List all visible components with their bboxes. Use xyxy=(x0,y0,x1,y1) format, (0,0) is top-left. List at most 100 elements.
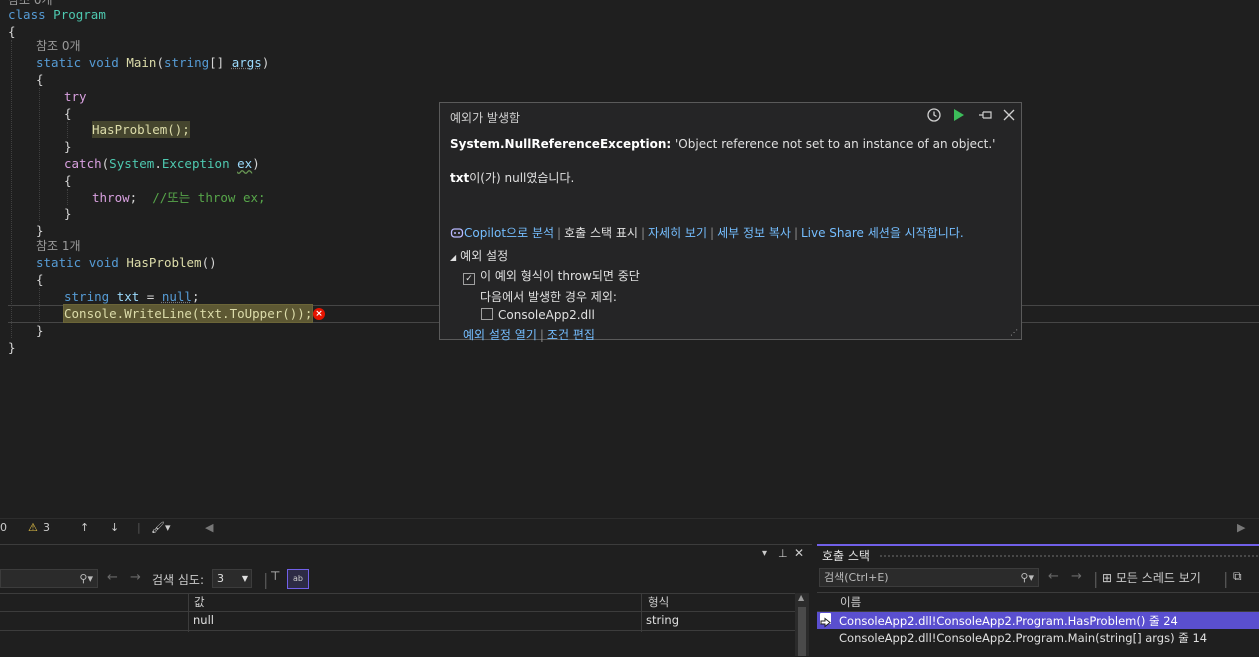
error-icon[interactable]: × xyxy=(313,308,325,320)
code-editor[interactable]: 참조 0개 class Program { 참조 0개 static void … xyxy=(0,0,1259,518)
row-type: string xyxy=(646,613,680,627)
vertical-scrollbar[interactable]: ▲ xyxy=(795,593,809,656)
keyword-try: try xyxy=(64,89,87,104)
column-divider[interactable] xyxy=(188,593,189,632)
scroll-up-icon[interactable]: ▲ xyxy=(798,593,804,602)
status-separator: | xyxy=(137,521,141,534)
search-icon[interactable]: ⚲▾ xyxy=(1020,569,1034,586)
empty-parens: () xyxy=(201,255,217,270)
error-count[interactable]: 0 xyxy=(0,521,7,534)
indent-guide xyxy=(39,88,40,221)
view-details-link[interactable]: 자세히 보기 xyxy=(648,226,707,240)
arrow-up-icon[interactable]: ↑ xyxy=(80,521,89,534)
call-stack-title[interactable]: 호출 스택 xyxy=(822,547,870,564)
toolbar-separator: | xyxy=(1093,569,1099,588)
threads-icon: ⊞ xyxy=(1102,571,1113,585)
search-forward-icon[interactable]: → xyxy=(1071,569,1082,584)
indent-guide xyxy=(67,122,68,138)
pin-icon[interactable] xyxy=(978,107,994,127)
keyword-throw: throw xyxy=(92,190,130,205)
search-depth-select[interactable]: 3 ▼ xyxy=(212,569,252,588)
hex-display-toggle-icon[interactable]: ab xyxy=(287,569,309,589)
close-icon[interactable] xyxy=(1002,107,1016,127)
exception-settings-links: 예외 설정 열기 | 조건 편집 xyxy=(463,328,595,342)
row-value[interactable]: null xyxy=(193,613,214,627)
code-line-throw: throw; //또는 throw ex; xyxy=(92,189,266,206)
copy-icon[interactable]: ⧉ xyxy=(1233,569,1242,584)
search-back-icon[interactable]: ← xyxy=(1048,569,1059,584)
continue-icon[interactable] xyxy=(952,107,966,127)
call-stack-frame[interactable]: ConsoleApp2.dll!ConsoleApp2.Program.Main… xyxy=(817,629,1259,646)
header-top-border xyxy=(0,593,795,594)
column-divider[interactable] xyxy=(641,593,642,632)
filter-icon[interactable]: ⊤ xyxy=(270,569,280,583)
search-back-icon[interactable]: ← xyxy=(107,570,118,585)
module-exclusion-checkbox[interactable] xyxy=(481,308,493,320)
collapse-triangle-icon[interactable]: ◢ xyxy=(450,253,456,262)
cleanup-brush-icon[interactable]: 🖌▾ xyxy=(151,521,171,534)
variable-txt: txt xyxy=(116,289,140,304)
search-icon[interactable]: ⚲▾ xyxy=(79,570,93,587)
panel-drag-handle[interactable] xyxy=(879,554,1259,558)
except-when-from-label: 다음에서 발생한 경우 제외: xyxy=(480,290,617,304)
exception-settings-header[interactable]: ◢ 예외 설정 xyxy=(450,247,640,264)
edit-conditions-link[interactable]: 조건 편집 xyxy=(547,328,595,342)
editor-status-bar: 0 ⚠ 3 ↑ ↓ | 🖌▾ ◀ ▶ xyxy=(0,518,1259,538)
show-all-threads-button[interactable]: ⊞ 모든 스레드 보기 xyxy=(1102,569,1201,586)
exception-detail: txt이(가) null였습니다. xyxy=(450,169,574,186)
indent-guide xyxy=(11,40,12,338)
scroll-right-icon[interactable]: ▶ xyxy=(1237,521,1245,534)
scroll-left-icon[interactable]: ◀ xyxy=(205,521,213,534)
codelens-references-hasproblem[interactable]: 참조 1개 xyxy=(36,238,81,255)
exception-actions: Copilot으로 분석 | 호출 스택 표시 | 자세히 보기 | 세부 정보 복사 | Li… xyxy=(450,224,964,241)
column-header-name[interactable]: 이름 xyxy=(840,594,861,610)
indent-guide xyxy=(67,189,68,205)
arrow-down-icon[interactable]: ↓ xyxy=(110,521,119,534)
assign-operator: = xyxy=(139,289,162,304)
resize-grip-icon[interactable]: ⋰ xyxy=(1010,328,1018,337)
codelens-references-main[interactable]: 참조 0개 xyxy=(36,38,81,55)
keyword-null: null xyxy=(161,289,192,304)
call-stack-search-input[interactable]: 검색(Ctrl+E) ⚲▾ xyxy=(819,568,1039,587)
scrollbar-thumb[interactable] xyxy=(798,607,806,656)
module-exclusion-row[interactable]: ConsoleApp2.dll xyxy=(481,308,640,322)
exception-type: System.NullReferenceException: xyxy=(450,137,672,151)
header-bottom-border xyxy=(0,611,795,612)
call-stack-panel[interactable]: 호출 스택 검색(Ctrl+E) ⚲▾ ← → | ⊞ 모든 스레드 보기 | ⧉… xyxy=(817,544,1259,657)
exception-settings-label: 예외 설정 xyxy=(460,249,509,263)
panel-pin-icon[interactable]: ⊥ xyxy=(778,547,788,560)
panel-close-icon[interactable]: ✕ xyxy=(794,546,804,560)
code-comment: //또는 throw ex; xyxy=(152,190,266,205)
warning-icon[interactable]: ⚠ xyxy=(28,521,38,534)
call-stack-search-placeholder: 검색(Ctrl+E) xyxy=(824,571,889,584)
code-brace: { xyxy=(64,106,72,121)
locals-panel[interactable]: ▾ ⊥ ✕ ⚲▾ ← → 검색 심도: 3 ▼ | ⊤ ab 값 형식 null … xyxy=(0,544,812,656)
exception-popup[interactable]: 예외가 발생함 System.NullReferenceException: '… xyxy=(439,102,1022,342)
search-forward-icon[interactable]: → xyxy=(130,570,141,585)
break-when-thrown-checkbox[interactable]: ✓ xyxy=(463,273,475,285)
code-line-hasproblem-signature: static void HasProblem() xyxy=(36,254,217,271)
call-stack-frame-current[interactable]: ConsoleApp2.dll!ConsoleApp2.Program.HasP… xyxy=(817,612,1259,629)
history-icon[interactable] xyxy=(926,107,942,127)
exception-detail-text: 이(가) null였습니다. xyxy=(469,171,575,185)
header-top-border xyxy=(817,592,1259,593)
break-when-thrown-row[interactable]: ✓ 이 예외 형식이 throw되면 중단 xyxy=(463,267,640,285)
keyword-string: string xyxy=(64,289,110,304)
warning-count[interactable]: 3 xyxy=(43,521,50,534)
column-header-type[interactable]: 형식 xyxy=(648,594,669,610)
live-share-link[interactable]: Live Share 세션을 시작합니다. xyxy=(801,226,964,240)
panel-menu-icon[interactable]: ▾ xyxy=(762,548,767,559)
show-call-stack-link[interactable]: 호출 스택 표시 xyxy=(564,226,638,240)
locals-search-input[interactable]: ⚲▾ xyxy=(0,569,98,588)
open-exception-settings-link[interactable]: 예외 설정 열기 xyxy=(463,328,537,342)
toolbar-separator: | xyxy=(1223,569,1229,588)
keyword-void: void xyxy=(88,255,119,270)
code-line-main-signature: static void Main(string[] args) xyxy=(36,54,269,71)
chevron-down-icon[interactable]: ▼ xyxy=(242,570,248,587)
code-line-class: class Program xyxy=(8,6,106,23)
copy-details-link[interactable]: 세부 정보 복사 xyxy=(717,226,791,240)
code-brace: { xyxy=(36,72,44,87)
analyze-with-copilot-link[interactable]: Copilot으로 분석 xyxy=(464,226,554,240)
column-header-value[interactable]: 값 xyxy=(194,594,205,610)
frame-label: ConsoleApp2.dll!ConsoleApp2.Program.Main… xyxy=(839,631,1208,645)
